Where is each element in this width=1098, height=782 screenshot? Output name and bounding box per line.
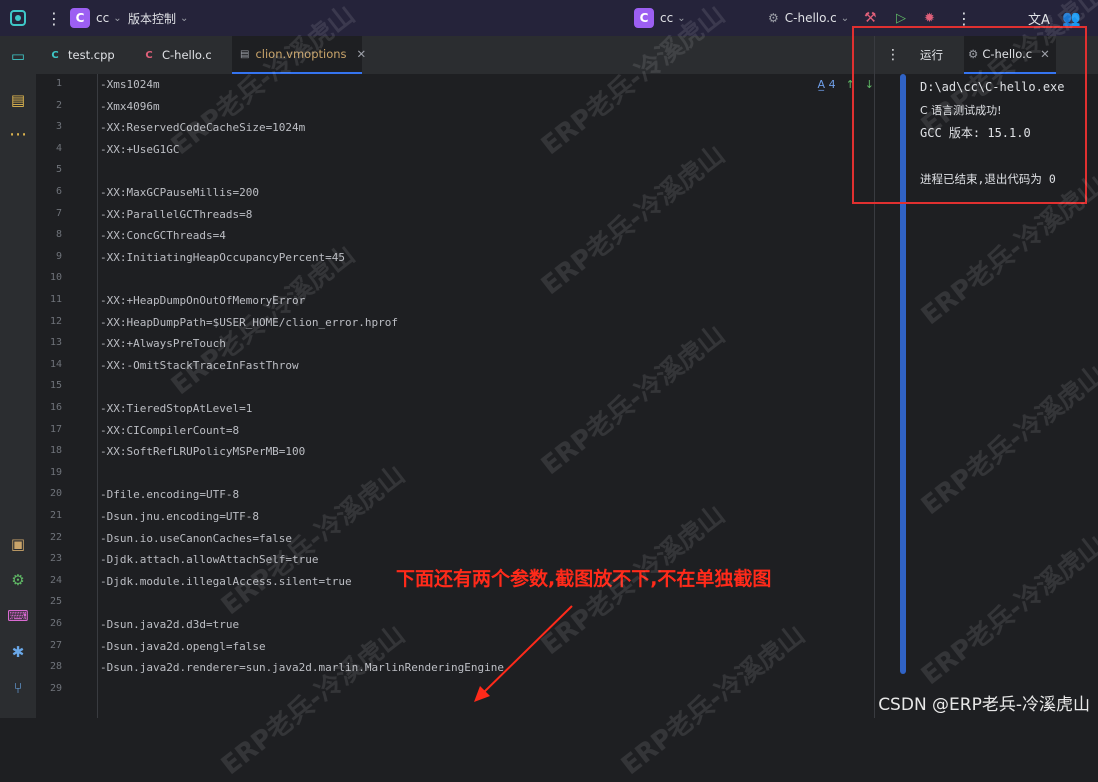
code-line: -Dsun.jnu.encoding=UTF-8 <box>100 510 259 523</box>
chevron-down-icon: ⌄ <box>113 12 122 24</box>
c-file-icon: C <box>145 49 153 61</box>
line-number: 10 <box>49 272 62 284</box>
code-line: -XX:ParallelGCThreads=8 <box>100 207 253 221</box>
code-editor[interactable]: 1 2 3 4 5 6 7 8 9 10 11 12 13 14 15 16 17 18 19 20 21 22 23 24 2… <box>36 74 874 718</box>
app-logo-icon[interactable] <box>10 0 26 36</box>
line-number: 15 <box>49 380 62 392</box>
code-line: -XX:ConcGCThreads=4 <box>100 229 226 243</box>
file-icon: ▤ <box>240 48 250 60</box>
main-menu-icon[interactable]: ⋮ <box>46 0 62 36</box>
line-number: 27 <box>49 639 62 651</box>
left-tool-sidebar: ▭ ▤ ⋯ ▣ ⚙ ⌨ ✱ ⑂ <box>0 36 36 718</box>
tab-clion-vmoptions[interactable]: ▤ clion.vmoptions ✕ <box>232 36 366 74</box>
project-badge: C <box>634 8 654 28</box>
line-number: 8 <box>55 229 62 241</box>
code-line: -XX:CICompilerCount=8 <box>100 423 240 437</box>
code-line: -XX:+AlwaysPreTouch <box>100 337 226 351</box>
structure-icon[interactable]: ▤ <box>8 90 28 110</box>
tab-label: test.cpp <box>68 48 115 62</box>
vcs-selector[interactable]: 版本控制 ⌄ <box>128 0 188 36</box>
center-project-selector[interactable]: C cc ⌄ <box>634 0 686 36</box>
run-config-label: C-hello.c <box>784 11 837 25</box>
tab-c-hello[interactable]: C C-hello.c <box>142 36 212 74</box>
code-line: -Dsun.java2d.d3d=true <box>100 618 240 631</box>
inspection-count: A̲ 4 <box>817 78 836 91</box>
code-line: -XX:ReservedCodeCacheSize=1024m <box>100 121 306 135</box>
line-number: 21 <box>49 510 62 521</box>
line-number-gutter: 1 2 3 4 5 6 7 8 9 10 11 12 13 14 15 16 17 18 19 20 21 22 23 24 2… <box>36 74 98 718</box>
annotation-arrow <box>474 605 573 702</box>
terminal-icon[interactable]: ⌨ <box>7 606 29 626</box>
line-number: 18 <box>49 445 62 457</box>
line-number: 23 <box>49 553 62 565</box>
annotation-text: 下面还有两个参数,截图放不下,不在单独截图 <box>396 568 772 590</box>
code-line: -XX:HeapDumpPath=$USER_HOME/clion_error.… <box>100 315 399 329</box>
tab-label: clion.vmoptions <box>255 47 347 61</box>
line-number: 2 <box>55 99 62 111</box>
cpp-file-icon: C <box>51 49 59 61</box>
line-number: 5 <box>55 164 62 176</box>
line-number: 16 <box>49 402 62 413</box>
monitor-icon[interactable]: ▭ <box>8 46 28 66</box>
line-number: 20 <box>49 488 62 500</box>
line-number: 19 <box>49 466 62 478</box>
chevron-down-icon: ⌄ <box>840 12 850 24</box>
tab-test-cpp[interactable]: C test.cpp <box>48 36 115 74</box>
vcs-label: 版本控制 <box>128 11 177 26</box>
project-name: cc <box>96 11 110 25</box>
line-number: 12 <box>49 315 62 327</box>
line-number: 11 <box>49 294 62 305</box>
line-number: 3 <box>55 121 62 133</box>
line-number: 29 <box>49 682 62 694</box>
notifications-icon[interactable]: ✱ <box>8 642 28 662</box>
code-line: -XX:MaxGCPauseMillis=200 <box>100 186 259 199</box>
code-line: -Djdk.attach.allowAttachSelf=true <box>100 553 319 567</box>
code-line: -XX:-OmitStackTraceInFastThrow <box>100 358 299 372</box>
gutter-divider <box>97 74 98 718</box>
code-line: -XX:TieredStopAtLevel=1 <box>100 402 253 415</box>
code-line: -Dsun.java2d.opengl=false <box>100 639 266 653</box>
line-number: 13 <box>49 337 62 349</box>
line-number: 4 <box>55 142 62 154</box>
code-line: -Xmx4096m <box>100 99 160 113</box>
line-number: 14 <box>49 358 62 370</box>
code-line: -XX:InitiatingHeapOccupancyPercent=45 <box>100 250 346 264</box>
code-line: -Djdk.module.illegalAccess.silent=true <box>100 574 352 588</box>
git-branch-icon[interactable]: ⑂ <box>8 678 28 698</box>
chevron-down-icon: ⌄ <box>677 12 686 24</box>
project-selector[interactable]: C cc ⌄ <box>70 0 122 36</box>
project-name: cc <box>660 11 674 25</box>
tab-label: C-hello.c <box>162 48 212 62</box>
highlight-box <box>852 26 1087 204</box>
chevron-down-icon: ⌄ <box>180 12 189 24</box>
line-number: 26 <box>49 618 62 629</box>
line-number: 28 <box>49 661 62 673</box>
settings-icon[interactable]: ⚙ <box>8 570 28 590</box>
line-number: 1 <box>55 78 62 89</box>
editor-tab-bar: C test.cpp C C-hello.c ▤ clion.vmoptions… <box>36 36 908 75</box>
project-badge: C <box>70 8 90 28</box>
line-number: 24 <box>49 574 62 586</box>
csdn-watermark: CSDN @ERP老兵-冷溪虎山 <box>878 695 1090 715</box>
more-tools-icon[interactable]: ⋯ <box>8 124 28 145</box>
code-line: -Dfile.encoding=UTF-8 <box>100 488 240 502</box>
code-line: -XX:SoftRefLRUPolicyMSPerMB=100 <box>100 445 306 459</box>
code-line: -XX:+HeapDumpOnOutOfMemoryError <box>100 294 306 307</box>
code-line: -Xms1024m <box>100 78 160 91</box>
line-number: 9 <box>55 250 62 262</box>
line-number: 7 <box>55 207 62 219</box>
gear-icon: ⚙ <box>768 11 779 25</box>
code-line: -Dsun.io.useCanonCaches=false <box>100 531 293 545</box>
line-number: 25 <box>49 596 62 608</box>
run-config-selector[interactable]: ⚙ C-hello.c ⌄ <box>768 0 849 36</box>
line-number: 6 <box>55 186 62 197</box>
line-number: 17 <box>49 423 62 435</box>
services-icon[interactable]: ▣ <box>8 534 28 554</box>
line-number: 22 <box>49 531 62 543</box>
code-line: -XX:+UseG1GC <box>100 142 180 156</box>
code-line: -Dsun.java2d.renderer=sun.java2d.marlin.… <box>100 661 504 675</box>
close-icon[interactable]: ✕ <box>357 47 367 61</box>
